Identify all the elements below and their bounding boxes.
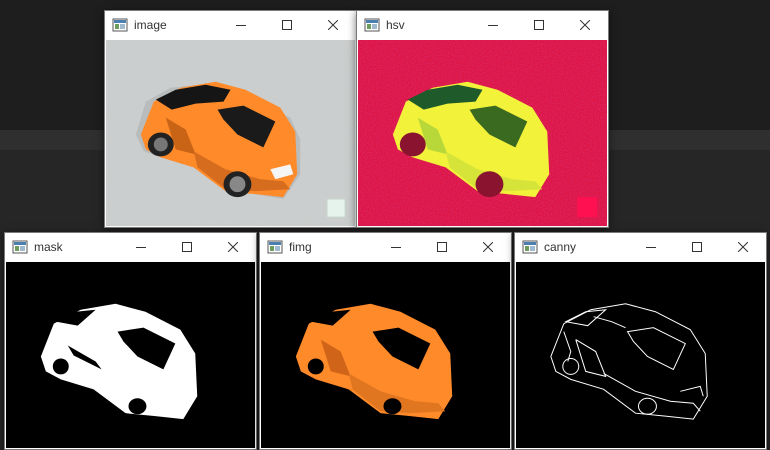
maximize-icon <box>692 242 702 252</box>
maximize-button[interactable] <box>516 11 562 39</box>
image-canvas[interactable] <box>106 40 355 226</box>
close-icon <box>738 242 748 252</box>
window-title: mask <box>34 240 63 254</box>
close-button[interactable] <box>465 233 511 261</box>
window-title: image <box>134 18 167 32</box>
canny-canvas[interactable] <box>516 262 765 448</box>
maximize-button[interactable] <box>674 233 720 261</box>
app-icon <box>12 240 28 254</box>
maximize-icon <box>437 242 447 252</box>
minimize-icon <box>391 247 401 248</box>
app-icon <box>267 240 283 254</box>
window-mask[interactable]: mask <box>4 232 257 450</box>
window-title: canny <box>544 240 577 254</box>
app-icon <box>364 18 380 32</box>
minimize-button[interactable] <box>218 11 264 39</box>
app-icon <box>522 240 538 254</box>
close-icon <box>483 242 493 252</box>
maximize-button[interactable] <box>419 233 465 261</box>
minimize-button[interactable] <box>118 233 164 261</box>
minimize-button[interactable] <box>628 233 674 261</box>
maximize-icon <box>534 20 544 30</box>
titlebar[interactable]: mask <box>5 233 256 261</box>
close-button[interactable] <box>310 11 356 39</box>
titlebar[interactable]: fimg <box>260 233 511 261</box>
minimize-icon <box>646 247 656 248</box>
hsv-canvas[interactable] <box>358 40 607 226</box>
window-title: hsv <box>386 18 405 32</box>
window-canny[interactable]: canny <box>514 232 767 450</box>
close-icon <box>328 20 338 30</box>
minimize-button[interactable] <box>470 11 516 39</box>
window-image[interactable]: image <box>104 10 357 228</box>
mask-canvas[interactable] <box>6 262 255 448</box>
minimize-icon <box>236 25 246 26</box>
close-button[interactable] <box>720 233 766 261</box>
window-hsv[interactable]: hsv <box>356 10 609 228</box>
minimize-icon <box>136 247 146 248</box>
canny-image <box>516 262 765 448</box>
maximize-button[interactable] <box>164 233 210 261</box>
window-title: fimg <box>289 240 312 254</box>
titlebar[interactable]: image <box>105 11 356 39</box>
hsv-image <box>358 40 607 226</box>
minimize-button[interactable] <box>373 233 419 261</box>
minimize-icon <box>488 25 498 26</box>
close-icon <box>580 20 590 30</box>
fimg-image <box>261 262 510 448</box>
close-button[interactable] <box>562 11 608 39</box>
app-icon <box>112 18 128 32</box>
close-icon <box>228 242 238 252</box>
window-fimg[interactable]: fimg <box>259 232 512 450</box>
car-photo <box>106 40 355 226</box>
fimg-canvas[interactable] <box>261 262 510 448</box>
close-button[interactable] <box>210 233 256 261</box>
titlebar[interactable]: hsv <box>357 11 608 39</box>
titlebar[interactable]: canny <box>515 233 766 261</box>
maximize-button[interactable] <box>264 11 310 39</box>
mask-image <box>6 262 255 448</box>
maximize-icon <box>182 242 192 252</box>
maximize-icon <box>282 20 292 30</box>
